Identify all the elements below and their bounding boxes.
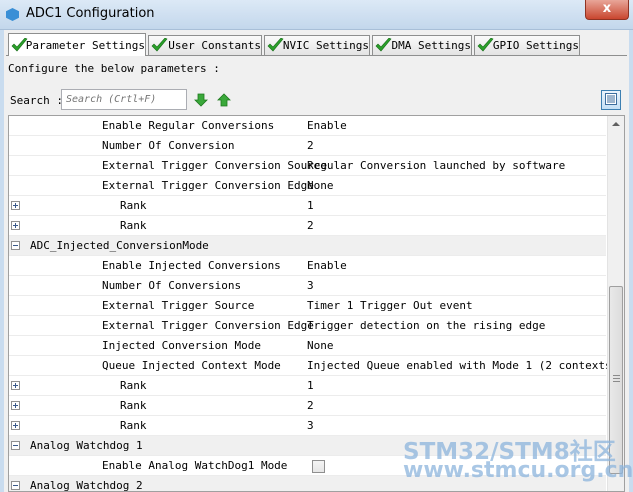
param-name: Rank bbox=[120, 399, 147, 412]
param-name: External Trigger Conversion Edge bbox=[102, 179, 314, 192]
param-name: Enable Analog WatchDog1 Mode bbox=[102, 459, 288, 472]
tab-label: DMA Settings bbox=[391, 39, 471, 52]
table-row[interactable]: External Trigger Source Timer 1 Trigger … bbox=[9, 296, 606, 316]
param-name: External Trigger Conversion Source bbox=[102, 159, 328, 172]
search-next-icon[interactable] bbox=[193, 92, 209, 108]
param-value[interactable]: Injected Queue enabled with Mode 1 (2 co… bbox=[307, 359, 624, 372]
window-titlebar: ADC1 Configuration x bbox=[0, 0, 633, 30]
param-name: Number Of Conversions bbox=[102, 279, 242, 292]
expand-icon[interactable] bbox=[11, 401, 20, 410]
tab-user-constants[interactable]: User Constants bbox=[148, 35, 262, 55]
collapse-icon[interactable] bbox=[11, 441, 20, 450]
table-row[interactable]: Enable Injected Conversions Enable bbox=[9, 256, 606, 276]
collapse-icon[interactable] bbox=[11, 241, 20, 250]
tab-gpio-settings[interactable]: GPIO Settings bbox=[474, 35, 580, 55]
check-icon bbox=[477, 38, 494, 53]
window-title: ADC1 Configuration bbox=[26, 6, 155, 21]
param-value[interactable]: 1 bbox=[307, 199, 314, 212]
expand-icon[interactable] bbox=[11, 221, 20, 230]
table-row[interactable]: External Trigger Conversion Source Regul… bbox=[9, 156, 606, 176]
watermark-line2: www.stmcu.org.cn bbox=[403, 458, 633, 483]
param-name: Injected Conversion Mode bbox=[102, 339, 261, 352]
param-value[interactable]: 2 bbox=[307, 139, 314, 152]
param-name: Enable Regular Conversions bbox=[102, 119, 275, 132]
table-row[interactable]: Enable Regular Conversions Enable bbox=[9, 116, 606, 136]
param-name: Queue Injected Context Mode bbox=[102, 359, 281, 372]
group-name: ADC_Injected_ConversionMode bbox=[30, 239, 209, 252]
param-value[interactable]: Regular Conversion launched by software bbox=[307, 159, 565, 172]
param-value[interactable]: None bbox=[307, 179, 334, 192]
list-view-button[interactable] bbox=[601, 90, 621, 110]
tab-dma-settings[interactable]: DMA Settings bbox=[372, 35, 472, 55]
param-name: External Trigger Conversion Edge bbox=[102, 319, 314, 332]
param-name: Rank bbox=[120, 219, 147, 232]
param-value[interactable]: 3 bbox=[307, 419, 314, 432]
param-value[interactable]: Timer 1 Trigger Out event bbox=[307, 299, 473, 312]
check-icon bbox=[11, 37, 28, 53]
collapse-icon[interactable] bbox=[11, 481, 20, 490]
app-icon bbox=[6, 8, 19, 21]
expand-icon[interactable] bbox=[11, 421, 20, 430]
enable-watchdog1-checkbox[interactable] bbox=[312, 460, 325, 473]
table-row[interactable]: External Trigger Conversion Edge None bbox=[9, 176, 606, 196]
scroll-up-icon[interactable] bbox=[612, 122, 620, 126]
check-icon bbox=[151, 38, 168, 53]
table-row[interactable]: Number Of Conversion 2 bbox=[9, 136, 606, 156]
tab-bar: Parameter Settings User Constants NVIC S… bbox=[6, 33, 627, 56]
param-name: Enable Injected Conversions bbox=[102, 259, 281, 272]
config-panel: Parameter Settings User Constants NVIC S… bbox=[4, 30, 629, 492]
param-name: Number Of Conversion bbox=[102, 139, 235, 152]
tab-label: User Constants bbox=[168, 39, 261, 52]
search-prev-icon[interactable] bbox=[216, 92, 232, 108]
param-name: Rank bbox=[120, 199, 147, 212]
param-name: Rank bbox=[120, 379, 147, 392]
table-row[interactable]: External Trigger Conversion Edge Trigger… bbox=[9, 316, 606, 336]
expand-icon[interactable] bbox=[11, 381, 20, 390]
group-name: Analog Watchdog 1 bbox=[30, 439, 143, 452]
table-row[interactable]: Rank 1 bbox=[9, 196, 606, 216]
param-value[interactable]: Trigger detection on the rising edge bbox=[307, 319, 545, 332]
expand-icon[interactable] bbox=[11, 201, 20, 210]
close-button[interactable]: x bbox=[585, 0, 629, 20]
group-name: Analog Watchdog 2 bbox=[30, 479, 143, 492]
table-row[interactable]: Number Of Conversions 3 bbox=[9, 276, 606, 296]
param-name: External Trigger Source bbox=[102, 299, 255, 312]
tab-nvic-settings[interactable]: NVIC Settings bbox=[264, 35, 370, 55]
table-row[interactable]: Queue Injected Context Mode Injected Que… bbox=[9, 356, 624, 376]
table-row[interactable]: Rank 2 bbox=[9, 396, 606, 416]
check-icon bbox=[375, 38, 392, 53]
tab-parameter-settings[interactable]: Parameter Settings bbox=[8, 33, 146, 56]
param-value[interactable]: Enable bbox=[307, 259, 347, 272]
tab-label: NVIC Settings bbox=[282, 39, 369, 52]
search-input[interactable] bbox=[61, 89, 187, 110]
param-value[interactable]: 3 bbox=[307, 279, 314, 292]
check-icon bbox=[267, 38, 284, 53]
group-row[interactable]: ADC_Injected_ConversionMode bbox=[9, 236, 606, 256]
table-row[interactable]: Injected Conversion Mode None bbox=[9, 336, 606, 356]
table-row[interactable]: Rank 1 bbox=[9, 376, 606, 396]
table-row[interactable]: Rank 2 bbox=[9, 216, 606, 236]
param-value[interactable]: 1 bbox=[307, 379, 314, 392]
param-value[interactable]: None bbox=[307, 339, 334, 352]
list-view-icon bbox=[605, 92, 617, 108]
param-value[interactable]: 2 bbox=[307, 399, 314, 412]
param-value[interactable]: 2 bbox=[307, 219, 314, 232]
param-value[interactable]: Enable bbox=[307, 119, 347, 132]
grip-icon bbox=[613, 375, 620, 382]
tab-label: Parameter Settings bbox=[25, 38, 145, 52]
search-label: Search : bbox=[10, 94, 63, 107]
tab-label: GPIO Settings bbox=[492, 39, 579, 52]
panel-subtitle: Configure the below parameters : bbox=[8, 62, 220, 75]
param-name: Rank bbox=[120, 419, 147, 432]
